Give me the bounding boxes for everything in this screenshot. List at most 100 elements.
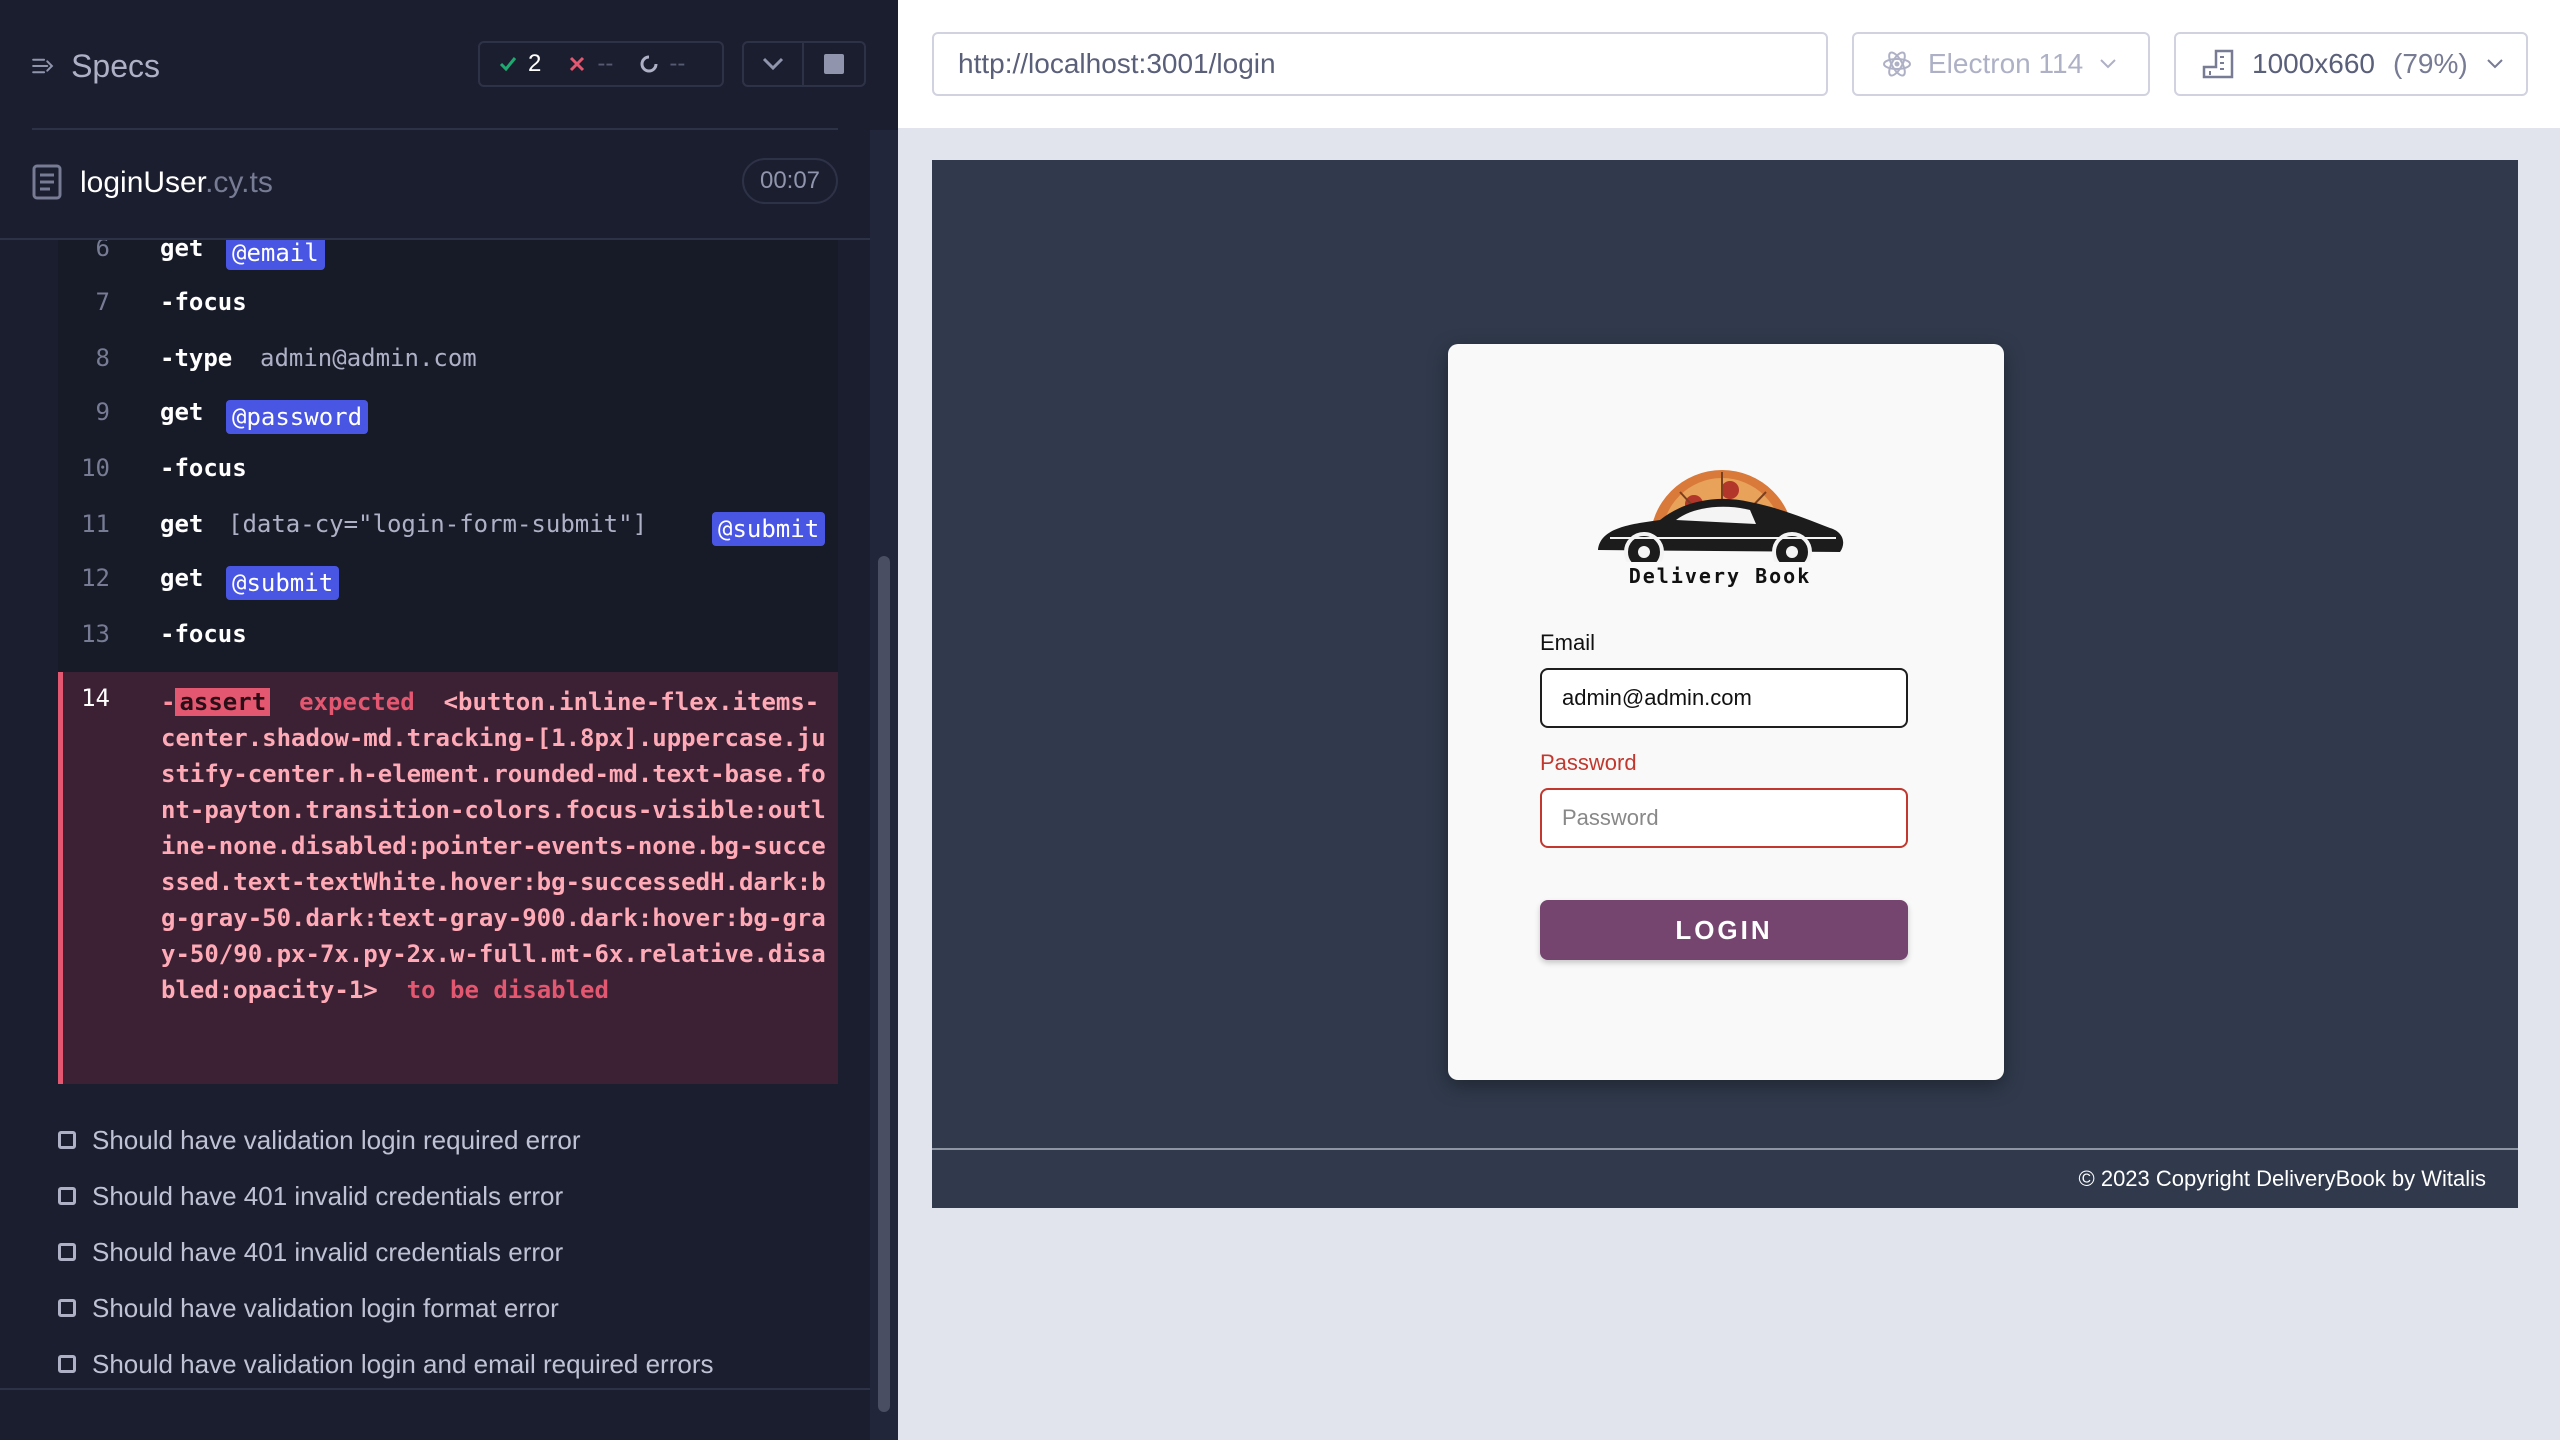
command-number: 9 [95,398,110,426]
viewport-selector[interactable]: 1000x660 (79%) [2174,32,2528,96]
test-title: Should have 401 invalid credentials erro… [92,1180,564,1211]
command-number: 7 [95,288,110,316]
assertion-suffix: to be disabled [406,976,609,1004]
browser-selector[interactable]: Electron 114 [1852,32,2150,96]
command-name: -focus [160,454,247,482]
spec-file-header: loginUser.cy.ts 00:07 [0,150,870,240]
footer-copyright: © 2023 Copyright DeliveryBook by Witalis [2078,1166,2486,1191]
assertion-error-message: - assert expected <button.inline-flex.ite… [161,684,831,1008]
password-label: Password [1540,750,1637,775]
chevron-down-icon [2487,59,2503,69]
app-footer: © 2023 Copyright DeliveryBook by Witalis [932,1148,2518,1208]
file-icon [32,164,62,200]
viewport-size: 1000x660 [2252,48,2376,79]
command-name: get [160,510,204,538]
stop-button[interactable] [804,41,866,87]
reporter-bottom-divider [0,1388,870,1390]
test-title: Should have validation login required er… [92,1124,581,1155]
pending-test-icon [58,1299,76,1317]
expected-label: expected [299,688,415,716]
login-card: Delivery Book Email admin@admin.com Pass… [1448,344,2004,1080]
app-iframe: Delivery Book Email admin@admin.com Pass… [932,160,2518,1208]
specs-toggle-button[interactable]: Specs [30,46,160,86]
command-row[interactable]: 12 get @submit [58,552,838,608]
test-title: Should have validation login format erro… [92,1292,559,1323]
command-row[interactable]: 13 -focus [58,608,838,672]
command-alias: @submit [226,566,340,600]
stop-icon [824,54,844,74]
email-input[interactable]: admin@admin.com [1540,668,1908,728]
pending-test-icon [58,1243,76,1261]
command-alias: @submit [712,512,826,546]
pending-test-icon [58,1355,76,1373]
command-alias: @email [226,240,325,270]
command-name: get [160,564,204,592]
email-label: Email [1540,630,1596,655]
pending-test-icon [58,1187,76,1205]
chevron-down-icon [762,57,784,71]
test-item[interactable]: Should have 401 invalid credentials erro… [58,1176,858,1216]
command-number: 12 [81,564,110,592]
spec-file-name: loginUser.cy.ts [80,166,273,200]
command-row[interactable]: 8 -type admin@admin.com [58,328,838,384]
spec-file-basename: loginUser [80,166,206,199]
reporter-scrollbar-thumb[interactable] [878,556,890,1412]
failed-command-row[interactable]: 14 - assert expected <button.inline-flex.… [58,672,838,1084]
specs-label: Specs [71,47,160,84]
browser-name: Electron 114 [1928,48,2084,79]
command-row[interactable]: 11 get [data-cy="login-form-submit"] @su… [58,496,838,552]
failed-stat: -- [567,50,613,78]
command-name: get [160,240,204,262]
passed-stat: 2 [498,50,541,78]
toggle-auto-scroll-button[interactable] [742,41,804,87]
test-title: Should have validation login and email r… [92,1348,714,1379]
app-under-test-panel: http://localhost:3001/login Electron 114… [898,0,2560,1440]
login-button[interactable]: LOGIN [1540,900,1908,960]
test-item[interactable]: Should have 401 invalid credentials erro… [58,1232,858,1272]
electron-icon [1883,51,1911,77]
logo-text: Delivery Book [1628,564,1812,588]
command-name: -focus [160,620,247,648]
command-message: admin@admin.com [260,344,477,372]
check-icon [499,57,517,72]
logo-car-pizza-icon [1598,470,1844,572]
command-number: 6 [95,240,110,262]
assert-badge: assert [175,688,271,716]
spec-duration: 00:07 [742,158,838,204]
header-divider [32,128,838,130]
test-item[interactable]: Should have validation login format erro… [58,1288,858,1328]
chevron-down-icon [2100,59,2116,69]
command-name: -focus [160,288,247,316]
command-name: -type [160,344,233,372]
command-log: 6 get @email 7 -focus 8 -type admin@admi… [0,240,870,1390]
command-prefix: - [161,688,176,716]
specs-list-icon [32,58,54,74]
x-icon [570,56,585,72]
test-stats: 2 -- -- [478,41,724,87]
command-reporter: Specs 2 -- -- loginUser.cy.ts 00:07 6 ge… [0,0,898,1440]
command-row[interactable]: 7 -focus [58,272,838,328]
spinner-icon [640,55,658,73]
command-row[interactable]: 6 get @email [58,240,838,272]
command-row[interactable]: 9 get @password [58,384,838,440]
reporter-header: Specs 2 -- -- [0,0,898,130]
pending-test-icon [58,1131,76,1149]
command-number: 8 [95,344,110,372]
url-bar[interactable]: http://localhost:3001/login [932,32,1828,96]
viewport-ruler-icon [2202,49,2234,79]
test-item[interactable]: Should have validation login required er… [58,1120,858,1160]
command-number: 11 [81,510,110,538]
test-item[interactable]: Should have validation login and email r… [58,1344,858,1384]
password-input[interactable]: Password [1540,788,1908,848]
command-number: 14 [81,684,110,712]
command-message: [data-cy="login-form-submit"] [228,510,648,538]
command-number: 13 [81,620,110,648]
viewport-scale: (79%) [2393,48,2468,79]
aut-header: http://localhost:3001/login Electron 114… [898,0,2560,128]
command-row[interactable]: 10 -focus [58,440,838,496]
assertion-target: <button.inline-flex.items-center.shadow-… [161,688,826,1004]
command-number: 10 [81,454,110,482]
test-title: Should have 401 invalid credentials erro… [92,1236,564,1267]
spec-file-ext: .cy.ts [205,166,273,199]
delivery-book-logo: Delivery Book [1590,432,1850,592]
